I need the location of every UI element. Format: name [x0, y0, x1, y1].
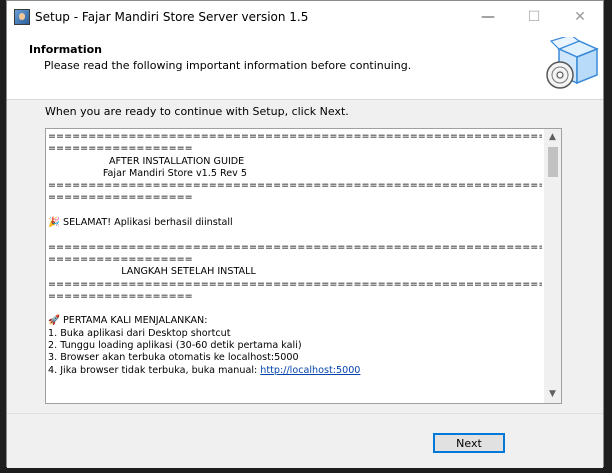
memo-line: ========================================… — [48, 241, 542, 253]
memo-line: ========================================… — [48, 131, 542, 142]
localhost-link[interactable]: http://localhost:5000 — [260, 365, 360, 376]
setup-window: Setup - Fajar Mandiri Store Server versi… — [6, 0, 604, 468]
maximize-button[interactable]: ☐ — [511, 1, 557, 33]
vertical-scrollbar[interactable]: ▲ ▼ — [544, 129, 561, 403]
memo-line — [48, 229, 542, 241]
memo-line: 2. Tunggu loading aplikasi (30-60 detik … — [48, 340, 302, 352]
memo-line — [48, 205, 542, 217]
instruction-text: When you are ready to continue with Setu… — [45, 105, 349, 118]
memo-line: LANGKAH SETELAH INSTALL — [48, 266, 256, 278]
wizard-header: Information Please read the following im… — [7, 33, 603, 100]
window-title: Setup - Fajar Mandiri Store Server versi… — [35, 10, 309, 24]
scroll-thumb[interactable] — [548, 147, 558, 177]
memo-line: Fajar Mandiri Store v1.5 Rev 5 — [48, 167, 247, 179]
memo-line: ================== — [48, 290, 193, 302]
memo-line: ========================================… — [48, 278, 542, 290]
memo-line: 🚀 PERTAMA KALI MENJALANKAN: — [48, 315, 208, 327]
setup-box-icon — [546, 37, 599, 89]
memo-line: 4. Jika browser tidak terbuka, buka manu… — [48, 364, 361, 376]
memo-line: AFTER INSTALLATION GUIDE — [48, 155, 245, 167]
close-button[interactable]: ✕ — [557, 1, 603, 33]
scroll-down-arrow-icon[interactable]: ▼ — [544, 386, 561, 403]
wizard-footer: Next — [7, 413, 603, 468]
page-title: Information — [29, 43, 102, 56]
page-subtitle: Please read the following important info… — [44, 59, 412, 72]
title-bar: Setup - Fajar Mandiri Store Server versi… — [7, 1, 603, 33]
memo-line: ================== — [48, 143, 193, 155]
scroll-up-arrow-icon[interactable]: ▲ — [544, 129, 561, 146]
memo-line: 1. Buka aplikasi dari Desktop shortcut — [48, 327, 231, 339]
minimize-button[interactable]: — — [465, 1, 511, 33]
memo-content: ================== ================== ====… — [48, 131, 542, 377]
app-icon — [14, 9, 30, 25]
wizard-body: When you are ready to continue with Setu… — [7, 100, 603, 412]
memo-line: 3. Browser akan terbuka otomatis ke loca… — [48, 352, 299, 364]
information-memo[interactable]: ================== ================== ====… — [45, 128, 562, 404]
next-button[interactable]: Next — [433, 433, 505, 453]
memo-line: ================== — [48, 253, 193, 265]
memo-line: ========================================… — [48, 180, 542, 192]
memo-line: ================== — [48, 192, 193, 204]
memo-line: 🎉 SELAMAT! Aplikasi berhasil diinstall — [48, 217, 233, 229]
memo-line — [48, 303, 542, 315]
